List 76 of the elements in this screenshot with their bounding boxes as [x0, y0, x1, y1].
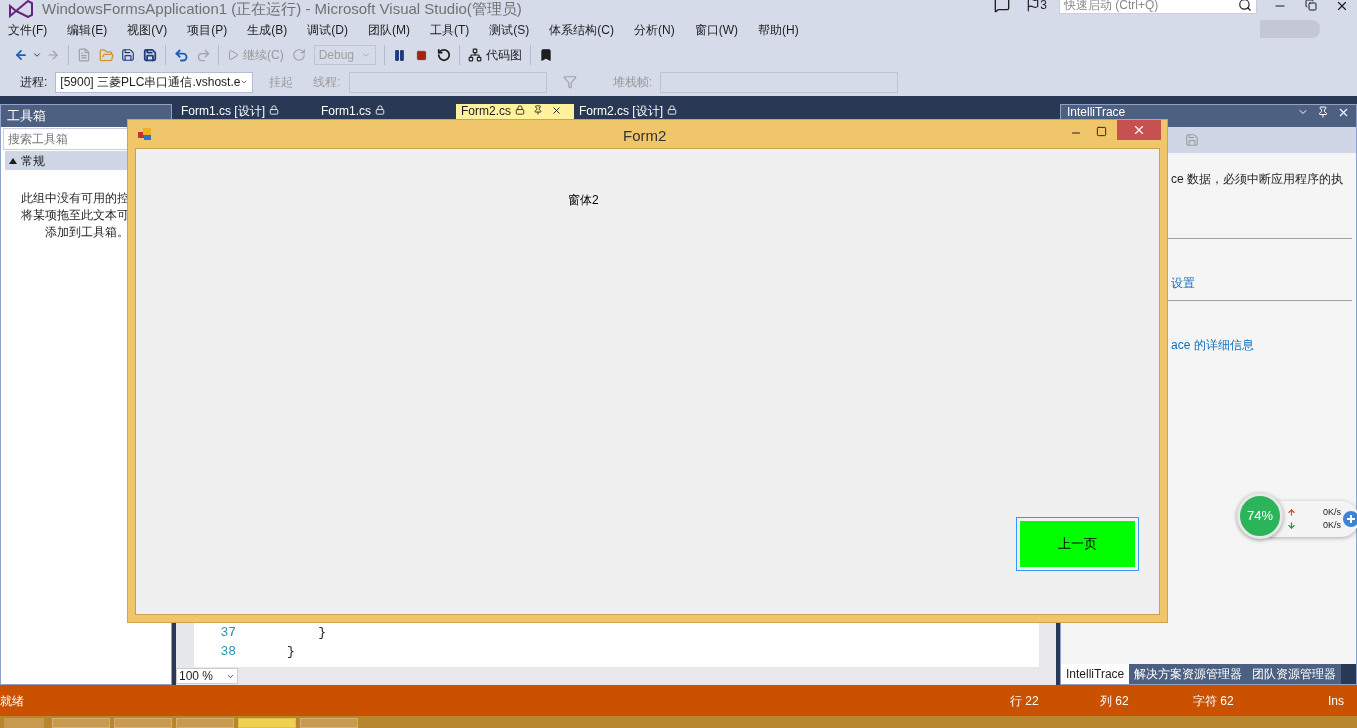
process-dropdown[interactable]: [5900] 三菱PLC串口通信.vshost.e — [55, 71, 254, 93]
panel-tab[interactable]: IntelliTrace — [1061, 664, 1130, 684]
stack-frame-label: 堆栈帧: — [612, 74, 653, 91]
editor-tab[interactable]: Form1.cs [设计] — [176, 104, 316, 126]
lock-icon — [667, 105, 677, 115]
code-line: } — [317, 624, 326, 642]
panel-tab[interactable]: 解决方案资源管理器 — [1129, 664, 1248, 684]
char-indicator: 字符 62 — [1193, 692, 1235, 710]
caret-icon[interactable] — [32, 50, 42, 60]
panel-tab[interactable]: 团队资源管理器 — [1247, 664, 1342, 684]
flag-icon[interactable] — [1026, 0, 1041, 12]
expanded-icon — [9, 157, 17, 164]
maximize-icon[interactable] — [1096, 126, 1107, 137]
menu-item[interactable]: 编辑(E) — [67, 21, 108, 39]
status-text: 就绪 — [0, 692, 25, 710]
play-icon — [227, 49, 239, 61]
feedback-icon[interactable] — [994, 0, 1011, 13]
download-icon — [1287, 521, 1296, 530]
menu-item[interactable]: 体系结构(C) — [549, 21, 614, 39]
menu-item[interactable]: 分析(N) — [634, 21, 675, 39]
filter-icon[interactable] — [562, 75, 577, 89]
pin-icon[interactable] — [1317, 106, 1329, 118]
code-line: } — [286, 643, 295, 661]
lock-icon — [515, 105, 525, 115]
window-title: WindowsFormsApplication1 (正在运行) - Microsoft Visual Studio(管理员) — [42, 0, 522, 18]
form-title: Form2 — [623, 126, 667, 146]
pin-icon[interactable] — [533, 105, 543, 115]
menu-item[interactable]: 团队(M) — [368, 21, 410, 39]
menu-item[interactable]: 文件(F) — [8, 21, 48, 39]
editor-tab[interactable]: Form2.cs [设计] — [574, 104, 714, 126]
code-map-icon — [467, 48, 482, 62]
close-icon — [1132, 123, 1146, 137]
previous-page-button[interactable]: 上一页 — [1017, 518, 1138, 570]
editor-tab[interactable]: Form1.cs — [316, 104, 456, 126]
notification-count: 3 — [1040, 0, 1047, 14]
info-text: ce 数据，必须中断应用程序的执 — [1171, 171, 1344, 188]
restore-icon[interactable] — [1305, 0, 1317, 11]
close-button[interactable] — [1117, 120, 1161, 140]
logo-icon — [8, 0, 34, 18]
app-icon — [138, 127, 152, 141]
zoom-dropdown[interactable]: 100 % — [176, 668, 238, 684]
column-indicator: 列 62 — [1100, 692, 1130, 710]
toolbox-message-line: 添加到工具箱。 — [44, 224, 129, 241]
upload-speed: 0K/s — [1323, 506, 1341, 519]
thread-label: 线程: — [313, 74, 341, 91]
link[interactable]: ace 的详细信息 — [1171, 338, 1254, 352]
menu-item[interactable]: 工具(T) — [430, 21, 470, 39]
caret-icon — [360, 50, 371, 60]
code-map-button[interactable]: 代码图 — [463, 46, 526, 64]
line-number: 38 — [219, 643, 236, 661]
search-icon — [1238, 0, 1252, 12]
upload-icon — [1287, 508, 1296, 517]
close-icon[interactable] — [551, 105, 562, 116]
insert-mode: Ins — [1328, 692, 1344, 710]
menu-item[interactable]: 调试(D) — [307, 21, 348, 39]
link[interactable]: 设置 — [1171, 276, 1195, 290]
add-icon[interactable] — [1343, 511, 1357, 527]
start-button[interactable] — [4, 718, 44, 728]
toolbox-message-line: 将某项拖至此文本可 — [21, 207, 129, 224]
process-label: 进程: — [20, 74, 48, 91]
lock-icon — [375, 105, 385, 115]
line-number: 37 — [219, 624, 236, 642]
menu-item[interactable]: 生成(B) — [247, 21, 288, 39]
panel-title: 工具箱 — [7, 107, 46, 126]
menu-item[interactable]: 视图(V) — [127, 21, 168, 39]
form-label: 窗体2 — [568, 192, 599, 209]
menu-item[interactable]: 窗口(W) — [694, 21, 738, 39]
line-indicator: 行 22 — [1010, 692, 1040, 710]
download-speed: 0K/s — [1323, 519, 1341, 532]
close-icon[interactable] — [1335, 0, 1349, 13]
menu-item[interactable]: 项目(P) — [187, 21, 228, 39]
menu-item[interactable]: 测试(S) — [489, 21, 530, 39]
close-icon[interactable] — [1337, 106, 1350, 119]
lock-icon — [269, 105, 279, 115]
menu-item[interactable]: 帮助(H) — [758, 21, 799, 39]
panel-title: IntelliTrace — [1067, 106, 1126, 119]
